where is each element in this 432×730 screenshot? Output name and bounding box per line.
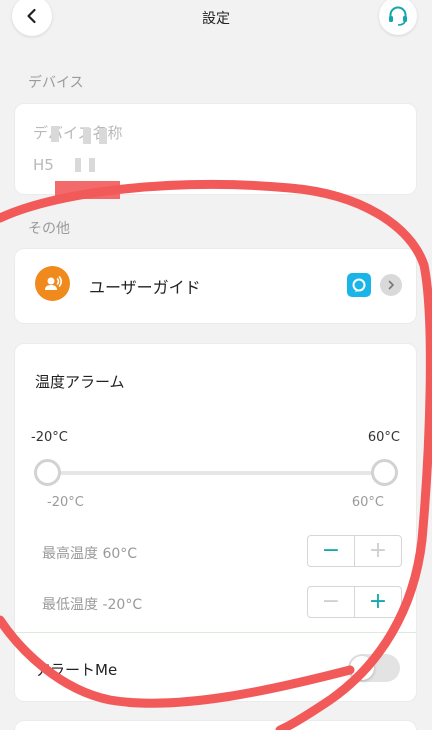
slider-max-handle[interactable] bbox=[371, 459, 398, 486]
header: 設定 bbox=[0, 0, 432, 36]
redaction-block bbox=[83, 128, 91, 144]
device-card[interactable]: デバイス名称 H5 bbox=[14, 103, 417, 195]
alexa-icon[interactable] bbox=[347, 273, 371, 297]
redaction-block bbox=[99, 128, 107, 144]
min-temp-decrease-button[interactable]: − bbox=[308, 587, 354, 617]
device-name-value: H5 bbox=[33, 156, 54, 174]
divider bbox=[15, 632, 416, 633]
user-guide-label: ユーザーガイド bbox=[89, 278, 201, 297]
slider-max-label: 60°C bbox=[351, 495, 384, 510]
temperature-alarm-title: 温度アラーム bbox=[35, 373, 125, 391]
range-min-value: -20°C bbox=[31, 430, 68, 445]
redaction-block bbox=[89, 158, 95, 172]
min-temperature-stepper: − + bbox=[307, 586, 402, 618]
device-section-label: デバイス bbox=[28, 75, 84, 91]
temperature-range-slider[interactable] bbox=[47, 471, 385, 475]
max-temp-decrease-button[interactable]: − bbox=[308, 536, 354, 566]
user-voice-icon bbox=[35, 266, 70, 301]
slider-min-handle[interactable] bbox=[34, 459, 61, 486]
device-name-label: デバイス名称 bbox=[33, 124, 123, 142]
max-temperature-label: 最高温度 60°C bbox=[42, 546, 138, 562]
redaction-block bbox=[51, 126, 59, 142]
other-section-label: その他 bbox=[28, 221, 70, 237]
alert-me-label: アラートMe bbox=[35, 661, 118, 679]
user-guide-row[interactable]: ユーザーガイド bbox=[14, 248, 417, 324]
next-card bbox=[14, 720, 417, 730]
support-button[interactable] bbox=[379, 0, 417, 35]
headset-icon bbox=[389, 6, 407, 26]
chevron-right-icon[interactable] bbox=[380, 274, 402, 296]
max-temperature-stepper: − + bbox=[307, 535, 402, 567]
alert-me-toggle[interactable] bbox=[348, 654, 400, 682]
min-temperature-label: 最低温度 -20°C bbox=[42, 597, 143, 613]
page-title: 設定 bbox=[202, 11, 230, 27]
min-temp-increase-button[interactable]: + bbox=[354, 587, 401, 617]
redaction-block bbox=[75, 158, 81, 172]
temperature-alarm-card: 温度アラーム -20°C 60°C -20°C 60°C 最高温度 60°C −… bbox=[14, 343, 417, 702]
slider-min-label: -20°C bbox=[47, 495, 84, 510]
range-max-value: 60°C bbox=[367, 430, 400, 445]
toggle-knob bbox=[350, 656, 374, 680]
max-temp-increase-button[interactable]: + bbox=[354, 536, 401, 566]
